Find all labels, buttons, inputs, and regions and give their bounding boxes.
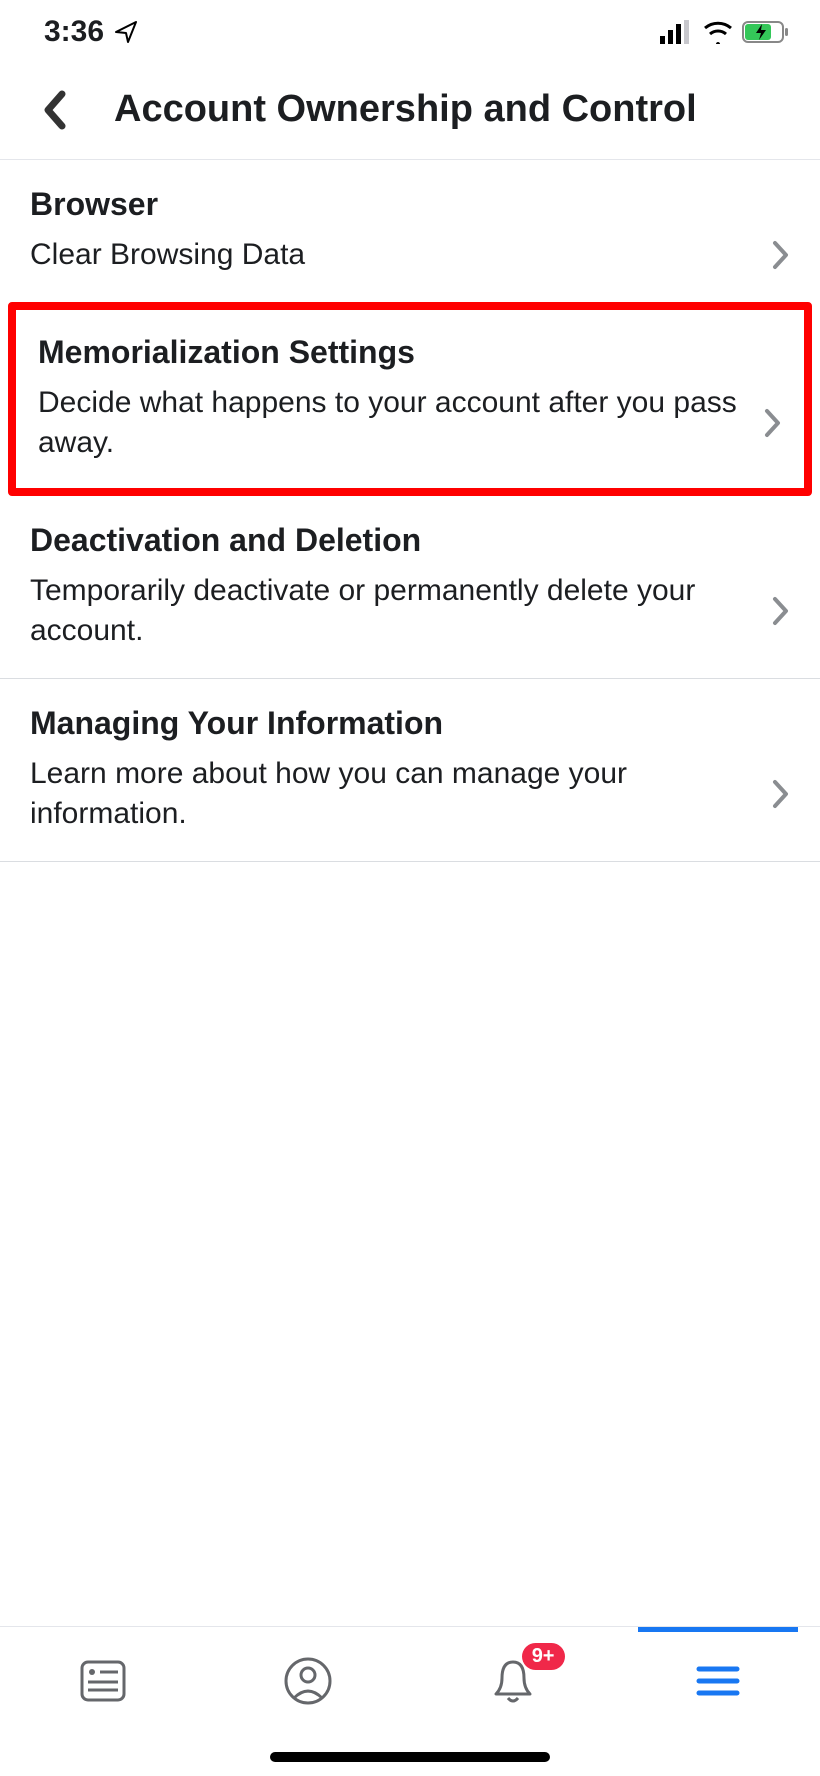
- section-managing-info[interactable]: Managing Your Information Learn more abo…: [0, 679, 820, 862]
- wifi-icon: [702, 20, 734, 44]
- chevron-left-icon: [42, 90, 68, 130]
- section-title-deact: Deactivation and Deletion: [30, 522, 790, 559]
- section-title-manage: Managing Your Information: [30, 705, 790, 742]
- location-arrow-icon: [114, 20, 138, 44]
- highlight-memorialization: Memorialization Settings Decide what hap…: [8, 302, 812, 496]
- chevron-right-icon: [772, 240, 790, 270]
- row-clear-browsing-data[interactable]: Clear Browsing Data: [30, 235, 790, 276]
- tab-news[interactable]: [73, 1651, 133, 1711]
- row-desc: Decide what happens to your account afte…: [38, 383, 764, 464]
- chevron-right-icon: [772, 779, 790, 809]
- cellular-signal-icon: [660, 20, 694, 44]
- row-desc: Learn more about how you can manage your…: [30, 754, 772, 835]
- section-title-memorial: Memorialization Settings: [38, 334, 782, 371]
- notification-badge: 9+: [522, 1643, 565, 1670]
- status-bar: 3:36: [0, 0, 820, 60]
- row-label: Clear Browsing Data: [30, 235, 315, 276]
- tab-profile[interactable]: [278, 1651, 338, 1711]
- tab-notifications[interactable]: 9+: [483, 1651, 543, 1711]
- row-desc: Temporarily deactivate or permanently de…: [30, 571, 772, 652]
- home-indicator[interactable]: [270, 1752, 550, 1762]
- section-title-browser: Browser: [30, 186, 790, 223]
- profile-icon: [283, 1656, 333, 1706]
- battery-charging-icon: [742, 20, 790, 44]
- status-time: 3:36: [44, 15, 104, 49]
- section-deactivation[interactable]: Deactivation and Deletion Temporarily de…: [0, 496, 820, 679]
- settings-content: Browser Clear Browsing Data Memorializat…: [0, 160, 820, 862]
- chevron-right-icon: [772, 596, 790, 626]
- chevron-right-icon: [764, 408, 782, 438]
- tab-menu[interactable]: [688, 1651, 748, 1711]
- hamburger-icon: [695, 1663, 741, 1699]
- section-browser: Browser Clear Browsing Data: [0, 160, 820, 302]
- nav-header: Account Ownership and Control: [0, 60, 820, 160]
- back-button[interactable]: [26, 80, 84, 140]
- section-memorialization[interactable]: Memorialization Settings Decide what hap…: [38, 334, 782, 464]
- news-icon: [78, 1656, 128, 1706]
- page-title: Account Ownership and Control: [114, 88, 697, 131]
